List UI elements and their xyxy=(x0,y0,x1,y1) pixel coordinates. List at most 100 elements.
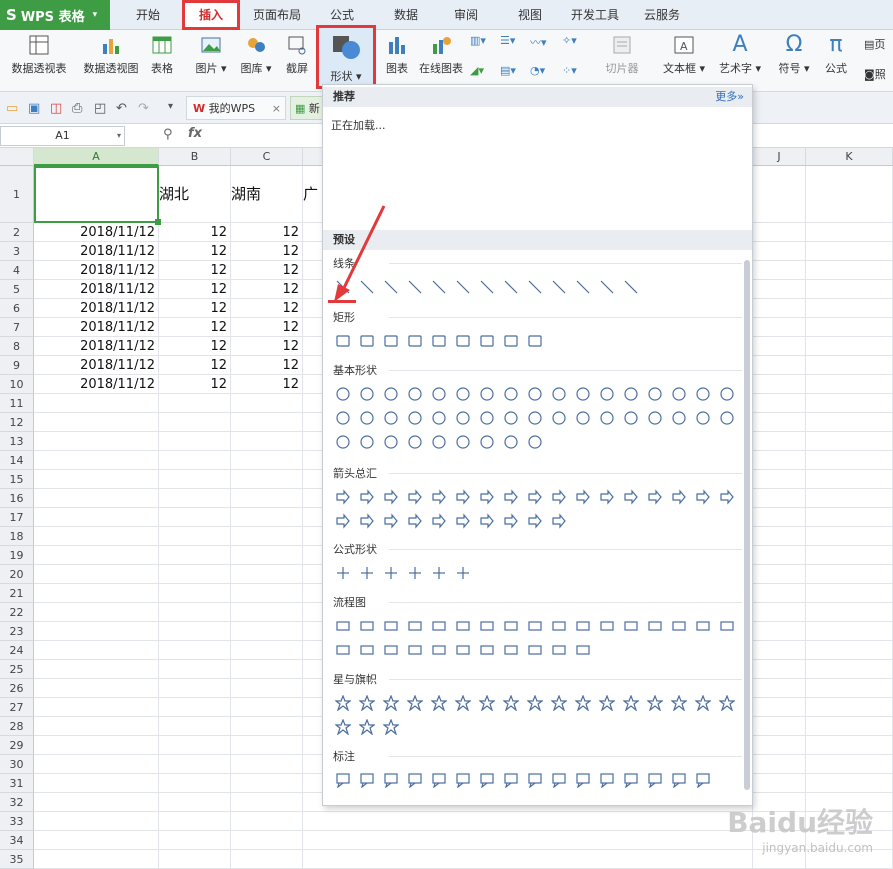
rect-shape-icon[interactable] xyxy=(331,329,355,353)
basic-shape-icon[interactable] xyxy=(595,382,619,406)
table-cell[interactable] xyxy=(34,603,159,622)
callout-shape-icon[interactable] xyxy=(379,768,403,792)
symbol-button[interactable]: Ω 符号 ▾ xyxy=(776,34,812,76)
table-cell[interactable]: 2018/11/12 xyxy=(34,318,159,337)
basic-shape-icon[interactable] xyxy=(427,430,451,454)
zoom-icon[interactable]: ⚲ xyxy=(163,127,173,142)
callout-shape-icon[interactable] xyxy=(691,768,715,792)
table-cell[interactable] xyxy=(231,793,303,812)
basic-shape-icon[interactable] xyxy=(571,382,595,406)
table-cell[interactable]: 湖南 xyxy=(231,166,303,223)
arrow-shape-icon[interactable] xyxy=(691,485,715,509)
row-header[interactable]: 31 xyxy=(0,774,34,793)
line-shape-icon[interactable] xyxy=(427,275,451,299)
star-shape-icon[interactable] xyxy=(619,691,643,715)
flow-shape-icon[interactable] xyxy=(427,638,451,662)
flow-shape-icon[interactable] xyxy=(379,614,403,638)
arrow-shape-icon[interactable] xyxy=(523,485,547,509)
arrow-shape-icon[interactable] xyxy=(379,485,403,509)
table-cell[interactable] xyxy=(753,774,806,793)
row-header[interactable]: 22 xyxy=(0,603,34,622)
basic-shape-icon[interactable] xyxy=(715,382,739,406)
basic-shape-icon[interactable] xyxy=(331,382,355,406)
column-chart-icon[interactable]: ▥▾ xyxy=(470,34,486,47)
table-cell[interactable] xyxy=(753,679,806,698)
table-cell[interactable]: 12 xyxy=(231,280,303,299)
table-cell[interactable] xyxy=(34,470,159,489)
basic-shape-icon[interactable] xyxy=(715,406,739,430)
row-header[interactable]: 12 xyxy=(0,413,34,432)
print-icon[interactable]: ⎙ xyxy=(72,101,82,116)
column-header-k[interactable]: K xyxy=(806,148,893,166)
table-cell[interactable] xyxy=(231,584,303,603)
rect-shape-icon[interactable] xyxy=(427,329,451,353)
arrow-shape-icon[interactable] xyxy=(643,485,667,509)
rect-shape-icon[interactable] xyxy=(403,329,427,353)
table-cell[interactable] xyxy=(806,166,893,223)
table-cell[interactable] xyxy=(231,679,303,698)
flow-shape-icon[interactable] xyxy=(499,638,523,662)
row-header[interactable]: 33 xyxy=(0,812,34,831)
basic-shape-icon[interactable] xyxy=(355,430,379,454)
table-cell[interactable] xyxy=(231,489,303,508)
row-header[interactable]: 27 xyxy=(0,698,34,717)
column-header-j[interactable]: J xyxy=(753,148,806,166)
flow-shape-icon[interactable] xyxy=(451,614,475,638)
row-header[interactable]: 28 xyxy=(0,717,34,736)
arrow-shape-icon[interactable] xyxy=(547,485,571,509)
flow-shape-icon[interactable] xyxy=(355,614,379,638)
arrow-shape-icon[interactable] xyxy=(331,485,355,509)
active-cell-cursor[interactable] xyxy=(34,166,161,225)
table-cell[interactable] xyxy=(34,793,159,812)
rect-shape-icon[interactable] xyxy=(523,329,547,353)
arrow-shape-icon[interactable] xyxy=(451,485,475,509)
table-cell[interactable] xyxy=(753,413,806,432)
table-cell[interactable] xyxy=(303,831,753,850)
table-cell[interactable] xyxy=(806,679,893,698)
table-cell[interactable] xyxy=(753,565,806,584)
table-cell[interactable] xyxy=(159,622,231,641)
table-cell[interactable] xyxy=(753,432,806,451)
line-shape-icon[interactable] xyxy=(451,275,475,299)
table-cell[interactable]: 12 xyxy=(159,375,231,394)
basic-shape-icon[interactable] xyxy=(403,406,427,430)
arrow-shape-icon[interactable] xyxy=(595,485,619,509)
basic-shape-icon[interactable] xyxy=(427,382,451,406)
table-cell[interactable]: 12 xyxy=(231,261,303,280)
basic-shape-icon[interactable] xyxy=(547,382,571,406)
table-button[interactable]: 表格 xyxy=(146,34,178,76)
table-cell[interactable]: 2018/11/12 xyxy=(34,261,159,280)
close-icon[interactable]: × xyxy=(272,97,281,121)
table-cell[interactable]: 12 xyxy=(231,299,303,318)
table-cell[interactable] xyxy=(34,527,159,546)
table-cell[interactable] xyxy=(159,546,231,565)
row-header[interactable]: 16 xyxy=(0,489,34,508)
flow-shape-icon[interactable] xyxy=(427,614,451,638)
row-header[interactable]: 32 xyxy=(0,793,34,812)
tab-view[interactable]: 视图 xyxy=(506,0,554,30)
camera-button[interactable]: ◙照 xyxy=(864,66,886,82)
flow-shape-icon[interactable] xyxy=(643,614,667,638)
flow-shape-icon[interactable] xyxy=(523,638,547,662)
line-shape-icon[interactable] xyxy=(379,275,403,299)
flow-shape-icon[interactable] xyxy=(547,638,571,662)
table-cell[interactable] xyxy=(753,261,806,280)
flow-shape-icon[interactable] xyxy=(475,638,499,662)
table-cell[interactable] xyxy=(753,318,806,337)
table-cell[interactable] xyxy=(753,736,806,755)
table-cell[interactable] xyxy=(231,660,303,679)
table-cell[interactable]: 12 xyxy=(159,242,231,261)
chart-button[interactable]: 图表 xyxy=(384,34,410,76)
table-cell[interactable]: 12 xyxy=(159,318,231,337)
table-cell[interactable]: 12 xyxy=(159,261,231,280)
flow-shape-icon[interactable] xyxy=(451,638,475,662)
basic-shape-icon[interactable] xyxy=(403,382,427,406)
table-cell[interactable]: 2018/11/12 xyxy=(34,280,159,299)
row-header[interactable]: 20 xyxy=(0,565,34,584)
table-cell[interactable] xyxy=(806,755,893,774)
row-header[interactable]: 24 xyxy=(0,641,34,660)
arrow-shape-icon[interactable] xyxy=(403,485,427,509)
row-header[interactable]: 4 xyxy=(0,261,34,280)
rect-shape-icon[interactable] xyxy=(355,329,379,353)
table-cell[interactable] xyxy=(231,413,303,432)
